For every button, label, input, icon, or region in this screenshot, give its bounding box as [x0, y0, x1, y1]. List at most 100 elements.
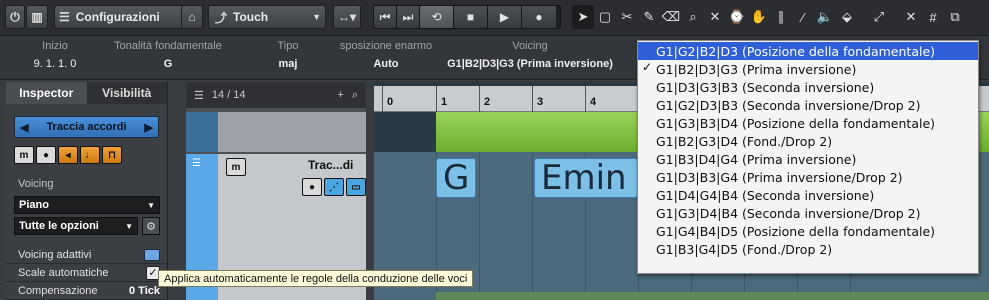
voicing-option[interactable]: G1|B3|G4|D5 (Fond./Drop 2) — [638, 240, 978, 258]
mute-button[interactable]: m — [14, 146, 34, 164]
tab-visibility[interactable]: Visibilità — [86, 82, 167, 104]
info-voicing-column[interactable]: Voicing G1|B2|D3|G3 (Prima inversione) — [440, 40, 620, 70]
object-selection-tool[interactable]: ➤ — [572, 5, 594, 29]
automation-mode-selector[interactable]: ⤴ Touch ▼ — [208, 5, 326, 29]
activate-project-button[interactable]: ⏻ — [5, 5, 25, 29]
track-list-header: ☰ 14 / 14 + ⌕ — [186, 82, 366, 108]
transport-controls: ⏮ ⏭ ⟲ ■ ▶ ● — [373, 5, 561, 29]
go-to-start-button[interactable]: ⏮ — [374, 6, 397, 28]
chord-track-name[interactable]: Trac...di — [308, 158, 353, 172]
voicing-option-selected[interactable]: ✓ G1|B2|D3|G3 (Prima inversione) — [638, 60, 978, 78]
chord-track-lane-button[interactable]: ▭ — [346, 178, 366, 196]
chord-track-voicing-button[interactable]: ⋰ — [324, 178, 344, 196]
chevron-down-icon: ▼ — [147, 200, 155, 210]
snap-mode-button[interactable]: ↔▾ — [333, 5, 361, 29]
info-type-value[interactable]: maj — [240, 58, 336, 70]
record-enable-button[interactable]: ● — [36, 146, 56, 164]
info-enharmonic-value[interactable]: Auto — [336, 58, 436, 70]
color-tool[interactable]: ⬙ — [836, 5, 858, 29]
options-select-wrap: Tutte le opzioni ▼ ⚙ — [6, 217, 168, 235]
chord-track-record-button[interactable]: ● — [302, 178, 322, 196]
chord-track-mute-button[interactable]: m — [226, 158, 246, 176]
erase-tool[interactable]: ⌫ — [660, 5, 682, 29]
range-tool[interactable]: ▢ — [594, 5, 616, 29]
play-tool[interactable]: 🔈 — [814, 5, 836, 29]
chord-event[interactable]: G — [436, 158, 476, 198]
stop-button[interactable]: ■ — [454, 6, 488, 28]
voicing-option[interactable]: G1|G3|B3|D4 (Posizione della fondamental… — [638, 114, 978, 132]
inspector-panel: Inspector Visibilità ◀ Traccia accordi ▶… — [6, 82, 168, 300]
autoscroll-button[interactable]: ⤢ — [868, 5, 890, 29]
lock-button[interactable]: ⊓ — [102, 146, 122, 164]
inspector-track-buttons: m ● ◂ ♩ ⊓ — [14, 146, 167, 164]
snap-toggle[interactable]: ✕ — [900, 5, 922, 29]
home-button[interactable]: ⌂ — [181, 5, 203, 29]
offset-row[interactable]: Compensazione 0 Tick — [6, 282, 168, 300]
grid-line — [479, 152, 480, 300]
auto-scales-row[interactable]: Scale automatiche ✓ — [6, 264, 168, 282]
voicing-library-select[interactable]: Piano ▼ — [14, 196, 160, 214]
project-selector[interactable]: ☰ Configurazioni ▼ — [54, 5, 198, 29]
info-type-column[interactable]: Tipo maj — [240, 40, 336, 70]
info-root-value[interactable]: G — [110, 58, 226, 70]
info-voicing-value[interactable]: G1|B2|D3|G3 (Prima inversione) — [440, 58, 620, 70]
voicing-option[interactable]: G1|B3|D4|G4 (Prima inversione) — [638, 150, 978, 168]
chord-track-icon: ☰ — [192, 158, 201, 169]
skip-back-icon: ⏮ — [379, 9, 391, 24]
play-button[interactable]: ▶ — [488, 6, 522, 28]
add-track-icon[interactable]: + — [337, 89, 343, 102]
voicing-settings-button[interactable]: ⚙ — [142, 217, 160, 235]
voicing-option[interactable]: G1|D3|B3|G4 (Prima inversione/Drop 2) — [638, 168, 978, 186]
chord-event[interactable]: Emin — [534, 158, 638, 198]
go-to-end-button[interactable]: ⏭ — [397, 6, 420, 28]
voicing-option[interactable]: G1|G2|D3|B3 (Seconda inversione/Drop 2) — [638, 96, 978, 114]
adaptive-voicing-row[interactable]: Voicing adattivi — [6, 246, 168, 264]
zoom-tool[interactable]: ⌕ — [682, 5, 704, 29]
voicing-options-select[interactable]: Tutte le opzioni ▼ — [14, 217, 138, 235]
quantize-toggle[interactable]: ⧉ — [944, 5, 966, 29]
info-enharmonic-column[interactable]: sposizione enarmo Auto — [336, 40, 436, 70]
voicing-option-label: G1|G3|B3|D4 (Posizione della fondamental… — [656, 115, 936, 131]
info-start-column[interactable]: Inizio 9. 1. 1. 0 — [0, 40, 110, 70]
arrow-icon: ➤ — [577, 9, 589, 24]
skip-forward-icon: ⏭ — [402, 9, 414, 24]
tab-inspector[interactable]: Inspector — [6, 82, 87, 104]
time-warp-tool[interactable]: ⌚ — [726, 5, 748, 29]
musical-mode-button[interactable]: ♩ — [80, 146, 100, 164]
record-button[interactable]: ● — [522, 6, 556, 28]
inspector-track-header[interactable]: ◀ Traccia accordi ▶ — [14, 116, 159, 138]
window-layout-button[interactable]: ▥ — [26, 5, 48, 29]
monitor-button[interactable]: ◂ — [58, 146, 78, 164]
hand-tool[interactable]: ✋ — [748, 5, 770, 29]
adaptive-voicing-label: Voicing adattivi — [18, 248, 92, 261]
auto-scales-label: Scale automatiche — [18, 266, 109, 279]
voicing-option[interactable]: G1|G2|B2|D3 (Posizione della fondamental… — [638, 42, 978, 60]
voicing-option[interactable]: G1|D4|G4|B4 (Seconda inversione) — [638, 186, 978, 204]
voicing-option[interactable]: G1|D3|G3|B3 (Seconda inversione) — [638, 78, 978, 96]
voicing-option[interactable]: G1|G4|B4|D5 (Posizione della fondamental… — [638, 222, 978, 240]
checkmark-icon: ✓ — [148, 267, 158, 279]
offset-value[interactable]: 0 Tick — [129, 285, 160, 297]
line-tool[interactable]: ∕ — [792, 5, 814, 29]
draw-tool[interactable]: ✎ — [638, 5, 660, 29]
track-row-top[interactable] — [186, 112, 366, 152]
adaptive-voicing-toggle[interactable] — [144, 248, 160, 261]
lower-track-event[interactable] — [436, 292, 989, 300]
chevron-left-icon: ◀ — [20, 121, 29, 134]
info-start-value[interactable]: 9. 1. 1. 0 — [0, 58, 110, 70]
record-icon: ● — [535, 10, 543, 24]
cycle-button[interactable]: ⟲ — [420, 6, 454, 28]
track-count: 14 / 14 — [211, 89, 246, 101]
comp-tool[interactable]: ∥ — [770, 5, 792, 29]
split-arrow-icon: ↔▾ — [337, 10, 357, 24]
voicing-option-label: G1|B2|D3|G3 (Prima inversione) — [656, 61, 857, 77]
grid-toggle[interactable]: # — [922, 5, 944, 29]
voicing-library-value: Piano — [19, 199, 49, 211]
info-root-column[interactable]: Tonalità fondamentale G — [110, 40, 226, 70]
voicing-option[interactable]: G1|B2|G3|D4 (Fond./Drop 2) — [638, 132, 978, 150]
track-list-icon[interactable]: ☰ — [194, 89, 204, 102]
search-icon[interactable]: ⌕ — [352, 89, 358, 102]
split-tool[interactable]: ✂ — [616, 5, 638, 29]
voicing-option[interactable]: G1|G3|D4|B4 (Seconda inversione/Drop 2) — [638, 204, 978, 222]
mute-tool[interactable]: ✕ — [704, 5, 726, 29]
